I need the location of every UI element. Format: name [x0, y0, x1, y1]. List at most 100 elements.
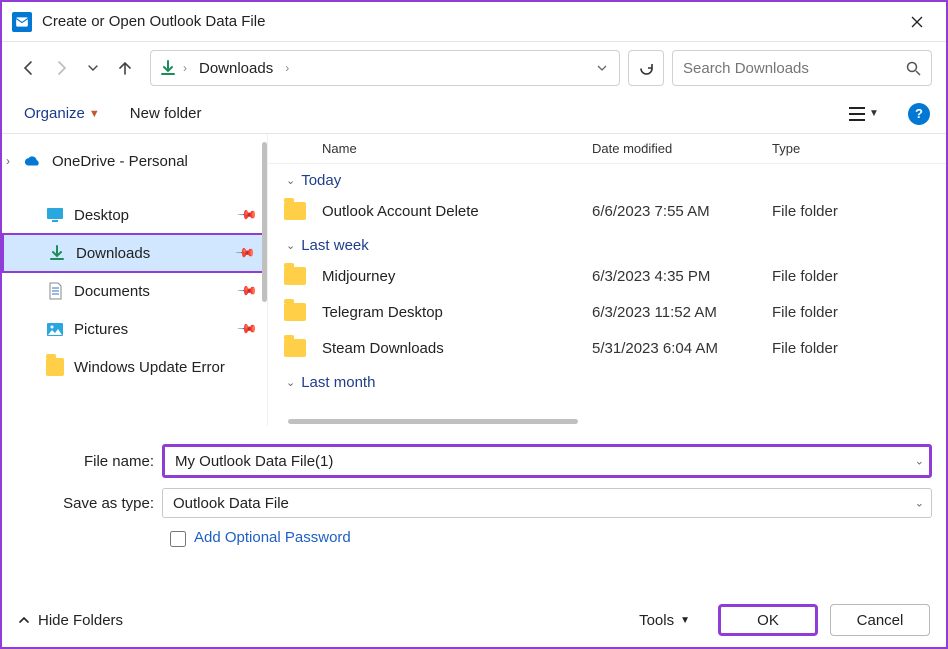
sidebar-item-documents[interactable]: Documents 📌 — [2, 272, 267, 310]
sidebar-scrollbar[interactable] — [262, 134, 267, 426]
sidebar-item-label: Pictures — [74, 321, 128, 338]
filename-label: File name: — [16, 453, 162, 470]
chevron-down-icon: ⌄ — [286, 376, 295, 389]
file-name: Steam Downloads — [322, 340, 592, 357]
file-type: File folder — [772, 268, 946, 285]
sidebar-item-label: Desktop — [74, 207, 129, 224]
pin-icon: 📌 — [234, 242, 257, 265]
desktop-icon — [46, 206, 64, 224]
tools-menu[interactable]: Tools ▼ — [639, 612, 690, 629]
sidebar-item-label: OneDrive - Personal — [52, 153, 188, 170]
add-optional-password-label: Add Optional Password — [194, 528, 351, 548]
main-split: › OneDrive - Personal Desktop 📌 Download… — [2, 134, 946, 426]
toolbar: Organize ▼ New folder ▼ ? — [2, 94, 946, 134]
sort-indicator-icon: ⌄ — [642, 139, 650, 150]
group-header[interactable]: ⌄Last week — [268, 229, 946, 258]
file-type: File folder — [772, 340, 946, 357]
documents-icon — [46, 282, 64, 300]
saveastype-select[interactable] — [162, 488, 932, 518]
pin-icon: 📌 — [236, 280, 259, 303]
sidebar-item-downloads[interactable]: Downloads 📌 — [2, 233, 267, 273]
new-folder-label: New folder — [130, 105, 202, 122]
breadcrumb-downloads[interactable]: Downloads — [193, 56, 279, 81]
filename-input[interactable] — [162, 444, 932, 478]
address-bar[interactable]: › Downloads › — [150, 50, 620, 86]
file-date: 5/31/2023 6:04 AM — [592, 340, 772, 357]
file-row[interactable]: Midjourney6/3/2023 4:35 PMFile folder — [268, 258, 946, 294]
folder-icon — [268, 267, 322, 285]
help-button[interactable]: ? — [908, 103, 930, 125]
forward-button[interactable] — [48, 54, 74, 82]
chevron-down-icon: ⌄ — [286, 239, 295, 252]
view-options-button[interactable]: ▼ — [848, 100, 880, 128]
navigation-pane: › OneDrive - Personal Desktop 📌 Download… — [2, 134, 268, 426]
chevron-right-icon: › — [285, 61, 289, 75]
downloads-location-icon — [159, 59, 177, 77]
navigation-bar: › Downloads › — [2, 42, 946, 94]
column-headers: Name ⌄ Date modified Type — [268, 134, 946, 164]
chevron-down-icon: ▼ — [89, 108, 100, 120]
search-input[interactable] — [683, 60, 906, 77]
file-date: 6/3/2023 4:35 PM — [592, 268, 772, 285]
outlook-app-icon — [12, 12, 32, 32]
file-type: File folder — [772, 203, 946, 220]
downloads-icon — [48, 244, 66, 262]
chevron-right-icon: › — [6, 154, 10, 168]
folder-icon — [268, 339, 322, 357]
footer-bar: Hide Folders Tools ▼ OK Cancel — [4, 595, 944, 645]
pin-icon: 📌 — [236, 204, 259, 227]
title-bar: Create or Open Outlook Data File — [2, 2, 946, 42]
chevron-up-icon — [18, 614, 30, 626]
column-name[interactable]: Name — [268, 141, 592, 156]
group-header[interactable]: ⌄Last month — [268, 366, 946, 395]
recent-locations-button[interactable] — [80, 54, 106, 82]
file-row[interactable]: Outlook Account Delete6/6/2023 7:55 AMFi… — [268, 193, 946, 229]
chevron-down-icon: ▼ — [680, 615, 690, 626]
add-optional-password-checkbox[interactable] — [170, 531, 186, 547]
nav-arrows — [16, 54, 138, 82]
chevron-right-icon: › — [183, 61, 187, 75]
column-type[interactable]: Type — [772, 141, 946, 156]
pin-icon: 📌 — [236, 318, 259, 341]
chevron-down-icon: ▼ — [869, 108, 879, 119]
organize-label: Organize — [24, 105, 85, 122]
file-list: Name ⌄ Date modified Type ⌄TodayOutlook … — [268, 134, 946, 426]
sidebar-item-pictures[interactable]: Pictures 📌 — [2, 310, 267, 348]
address-dropdown-button[interactable] — [593, 59, 611, 77]
close-button[interactable] — [894, 7, 940, 37]
hide-folders-button[interactable]: Hide Folders — [18, 612, 123, 629]
ok-button[interactable]: OK — [718, 604, 818, 636]
organize-menu[interactable]: Organize ▼ — [18, 101, 106, 126]
search-icon — [906, 61, 921, 76]
file-type: File folder — [772, 304, 946, 321]
sidebar-item-label: Documents — [74, 283, 150, 300]
sidebar-item-onedrive[interactable]: › OneDrive - Personal — [2, 142, 267, 180]
sidebar-item-windows-update-error[interactable]: Windows Update Error — [2, 348, 267, 386]
refresh-button[interactable] — [628, 50, 664, 86]
file-name: Telegram Desktop — [322, 304, 592, 321]
up-button[interactable] — [112, 54, 138, 82]
save-panel: File name: ⌄ Save as type: ⌄ Add Optiona… — [2, 426, 946, 554]
back-button[interactable] — [16, 54, 42, 82]
search-box[interactable] — [672, 50, 932, 86]
new-folder-button[interactable]: New folder — [124, 101, 208, 126]
file-row[interactable]: Telegram Desktop6/3/2023 11:52 AMFile fo… — [268, 294, 946, 330]
file-name: Midjourney — [322, 268, 592, 285]
window-title: Create or Open Outlook Data File — [42, 13, 894, 30]
file-row[interactable]: Steam Downloads5/31/2023 6:04 AMFile fol… — [268, 330, 946, 366]
column-date[interactable]: ⌄ Date modified — [592, 141, 772, 156]
file-date: 6/3/2023 11:52 AM — [592, 304, 772, 321]
cancel-button[interactable]: Cancel — [830, 604, 930, 636]
chevron-down-icon: ⌄ — [286, 174, 295, 187]
file-date: 6/6/2023 7:55 AM — [592, 203, 772, 220]
file-name: Outlook Account Delete — [322, 203, 592, 220]
sidebar-item-label: Windows Update Error — [74, 359, 225, 376]
group-header[interactable]: ⌄Today — [268, 164, 946, 193]
folder-icon — [268, 202, 322, 220]
sidebar-item-desktop[interactable]: Desktop 📌 — [2, 196, 267, 234]
horizontal-scrollbar[interactable] — [288, 419, 932, 424]
folder-icon — [268, 303, 322, 321]
saveastype-label: Save as type: — [16, 495, 162, 512]
onedrive-icon — [24, 152, 42, 170]
pictures-icon — [46, 320, 64, 338]
